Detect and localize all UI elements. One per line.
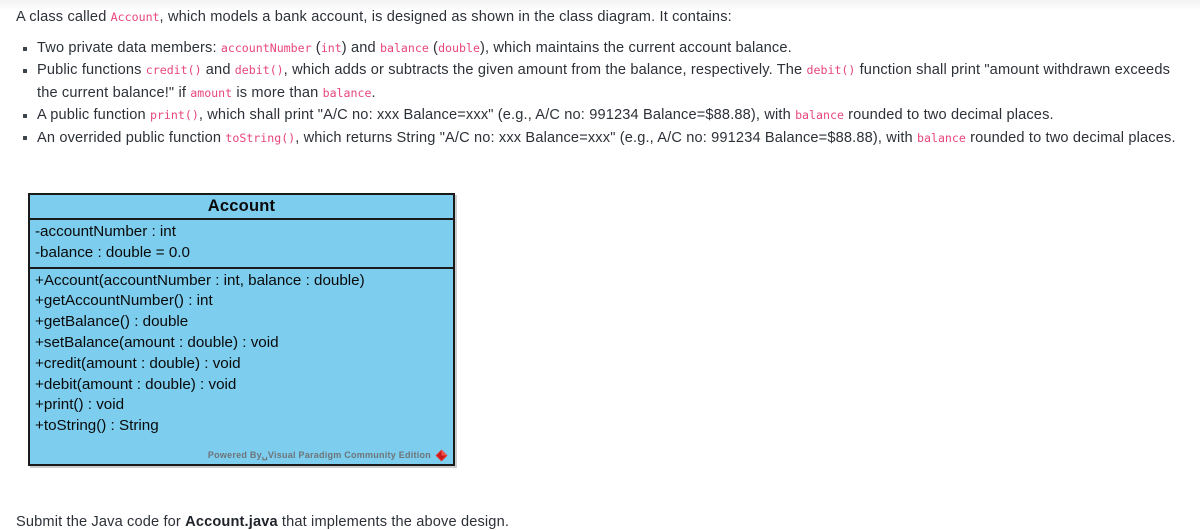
outro-text-2: that implements the above design. bbox=[277, 513, 510, 530]
uml-operation-line: +credit(amount : double) : void bbox=[35, 354, 241, 372]
bullet-data-members: Two private data members: accountNumber … bbox=[16, 37, 1186, 59]
uml-operation-line: +debit(amount : double) : void bbox=[35, 375, 237, 393]
bullet-print: A public function print(), which shall p… bbox=[16, 104, 1186, 126]
uml-operation-line: +print() : void bbox=[35, 396, 125, 414]
outro-filename: Account.java bbox=[185, 513, 278, 530]
uml-attributes-compartment: -accountNumber : int -balance : double = … bbox=[30, 220, 453, 269]
outro-text-1: Submit the Java code for bbox=[16, 513, 186, 530]
uml-attribute-line: -balance : double = 0.0 bbox=[35, 243, 190, 261]
document-content: A class called Account, which models a b… bbox=[0, 0, 1200, 149]
uml-operation-line: +getAccountNumber() : int bbox=[35, 292, 213, 310]
inline-code: balance bbox=[917, 130, 966, 145]
uml-operations-compartment: +Account(accountNumber : int, balance : … bbox=[30, 269, 453, 464]
uml-class-box: Account -accountNumber : int -balance : d… bbox=[28, 193, 455, 466]
inline-code: double bbox=[438, 41, 480, 55]
inline-code: accountNumber bbox=[220, 41, 312, 55]
inline-code: toString() bbox=[225, 130, 296, 145]
inline-code: credit() bbox=[145, 63, 202, 78]
inline-code: balance bbox=[379, 41, 429, 55]
inline-code: amount bbox=[190, 85, 233, 100]
watermark-label: Powered By␣Visual Paradigm Community Edi… bbox=[207, 449, 431, 460]
intro-text-2: , which models a bank account, is design… bbox=[159, 9, 732, 25]
intro-paragraph: A class called Account, which models a b… bbox=[16, 7, 1186, 28]
inline-code: balance bbox=[795, 108, 844, 123]
uml-operation-line: +getBalance() : double bbox=[35, 313, 189, 331]
inline-code: balance bbox=[322, 85, 372, 100]
intro-text-1: A class called bbox=[16, 9, 111, 25]
inline-code: debit() bbox=[234, 63, 284, 78]
visual-paradigm-diamond-icon bbox=[435, 449, 448, 462]
uml-class-diagram: Account -accountNumber : int -balance : d… bbox=[28, 193, 455, 466]
inline-code: print() bbox=[149, 108, 199, 123]
outro-paragraph: Submit the Java code for Account.java th… bbox=[16, 512, 509, 530]
page-root: A class called Account, which models a b… bbox=[0, 0, 1200, 530]
bullet-credit-debit: Public functions credit() and debit(), w… bbox=[16, 59, 1186, 104]
requirements-list: Two private data members: accountNumber … bbox=[16, 37, 1186, 149]
uml-attribute-line: -accountNumber : int bbox=[35, 223, 176, 240]
visual-paradigm-watermark: Powered By␣Visual Paradigm Community Edi… bbox=[208, 449, 448, 462]
inline-code: debit() bbox=[806, 63, 856, 78]
inline-code-account: Account bbox=[110, 10, 160, 24]
uml-operation-line: +Account(accountNumber : int, balance : … bbox=[35, 271, 365, 289]
uml-operation-line: +setBalance(amount : double) : void bbox=[35, 333, 279, 351]
bullet-tostring: An overrided public function toString(),… bbox=[16, 127, 1186, 149]
uml-class-name: Account bbox=[30, 195, 453, 220]
uml-operation-line: +toString() : String bbox=[35, 417, 159, 435]
inline-code: int bbox=[320, 41, 342, 55]
